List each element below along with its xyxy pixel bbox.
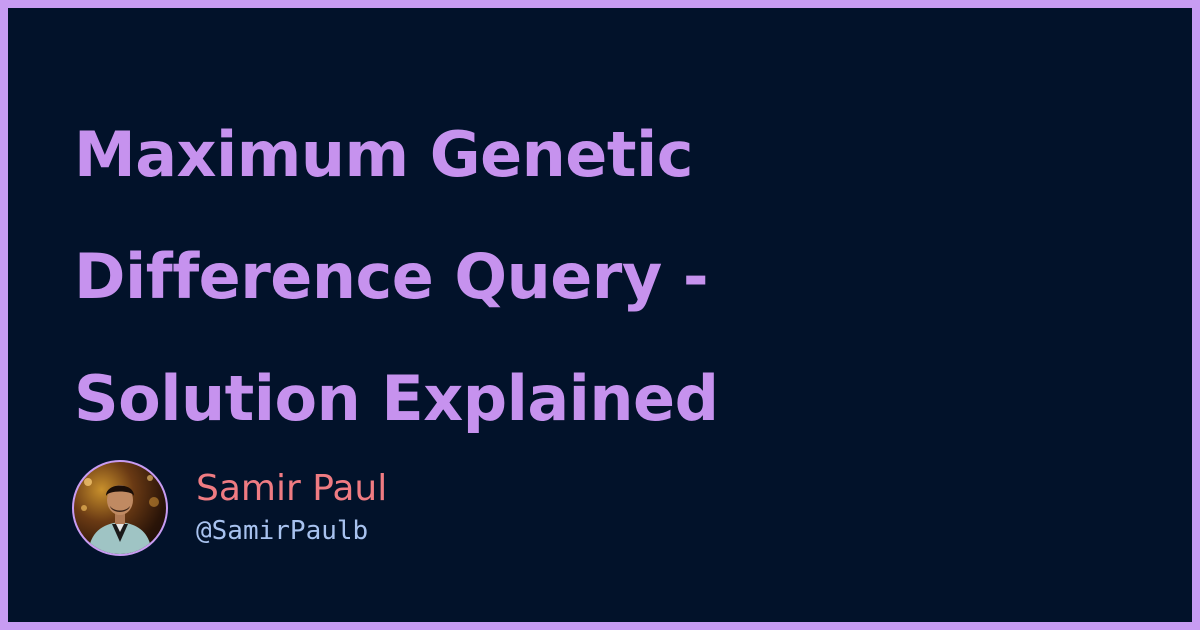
author-name: Samir Paul: [196, 468, 388, 509]
author-handle: @SamirPaulb: [196, 516, 369, 546]
author-block: Samir Paul @SamirPaulb: [72, 458, 387, 558]
post-title: Maximum Genetic Difference Query - Solut…: [74, 94, 934, 460]
avatar: [72, 460, 168, 556]
author-text: Samir Paul @SamirPaulb: [196, 466, 387, 550]
post-title-line-1: Maximum Genetic: [74, 118, 693, 191]
post-title-line-3: Solution Explained: [74, 362, 719, 435]
avatar-portrait-icon: [81, 475, 159, 554]
og-card: Maximum Genetic Difference Query - Solut…: [8, 8, 1192, 622]
post-title-line-2: Difference Query -: [74, 240, 709, 313]
